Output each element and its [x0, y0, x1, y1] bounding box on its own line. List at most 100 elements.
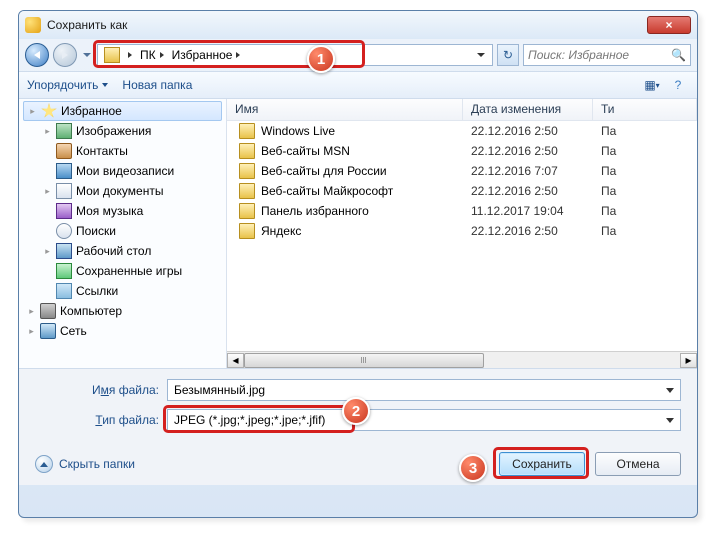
new-folder-button[interactable]: Новая папка [122, 78, 192, 92]
address-dropdown[interactable] [472, 45, 490, 65]
horizontal-scrollbar[interactable]: ◂ ▸ [227, 351, 697, 368]
search-icon [56, 223, 72, 239]
list-item[interactable]: Веб-сайты MSN22.12.2016 2:50Па [227, 141, 697, 161]
close-icon: × [665, 18, 672, 32]
tree-item-label: Моя музыка [76, 204, 143, 218]
tree-item[interactable]: Ссылки [19, 281, 226, 301]
filetype-value: JPEG (*.jpg;*.jpeg;*.jpe;*.jfif) [174, 413, 666, 427]
tree-item[interactable]: ▸ Избранное [23, 101, 222, 121]
list-item[interactable]: Веб-сайты Майкрософт22.12.2016 2:50Па [227, 181, 697, 201]
breadcrumb-pc[interactable]: ПК [136, 45, 168, 65]
expand-icon[interactable]: ▸ [28, 107, 37, 116]
save-button[interactable]: Сохранить [499, 452, 585, 476]
expand-icon[interactable] [43, 167, 52, 176]
tree-item[interactable]: Мои видеозаписи [19, 161, 226, 181]
list-item[interactable]: Windows Live 22.12.2016 2:50Па [227, 121, 697, 141]
tree-item[interactable]: Сохраненные игры [19, 261, 226, 281]
chevron-down-icon[interactable] [666, 418, 674, 423]
file-date: 22.12.2016 2:50 [463, 184, 593, 198]
scroll-left-button[interactable]: ◂ [227, 353, 244, 368]
nav-history-dropdown[interactable] [81, 43, 93, 67]
chevron-down-icon[interactable] [666, 388, 674, 393]
app-icon [25, 17, 41, 33]
scroll-right-button[interactable]: ▸ [680, 353, 697, 368]
games-icon [56, 263, 72, 279]
expand-icon[interactable]: ▸ [43, 187, 52, 196]
tree-item[interactable]: ▸ Рабочий стол [19, 241, 226, 261]
music-icon [56, 203, 72, 219]
tree-item[interactable]: ▸ Изображения [19, 121, 226, 141]
video-icon [56, 163, 72, 179]
file-name: Веб-сайты для России [261, 164, 387, 178]
refresh-button[interactable]: ↻ [497, 44, 519, 66]
expand-icon[interactable]: ▸ [27, 327, 36, 336]
column-type[interactable]: Ти [593, 99, 697, 120]
tree-item[interactable]: ▸ Мои документы [19, 181, 226, 201]
tree-item-label: Мои документы [76, 184, 163, 198]
folder-tree[interactable]: ▸ Избранное ▸ Изображения Контакты Мои видеоз… [19, 99, 227, 368]
folder-icon [239, 203, 255, 219]
dialog-footer: Скрыть папки Сохранить Отмена [19, 443, 697, 485]
folder-icon [239, 183, 255, 199]
tree-item[interactable]: ▸Компьютер [19, 301, 226, 321]
help-button[interactable]: ? [667, 75, 689, 95]
expand-icon[interactable]: ▸ [43, 247, 52, 256]
list-item[interactable]: Яндекс22.12.2016 2:50Па [227, 221, 697, 241]
file-type: Па [593, 124, 697, 138]
breadcrumb-segment[interactable] [124, 45, 136, 65]
expand-icon[interactable]: ▸ [27, 307, 36, 316]
tree-item[interactable]: Поиски [19, 221, 226, 241]
folder-icon [239, 123, 255, 139]
list-item[interactable]: Веб-сайты для России22.12.2016 7:07Па [227, 161, 697, 181]
arrow-right-icon [62, 51, 68, 59]
column-name[interactable]: Имя [227, 99, 463, 120]
tree-item[interactable]: Моя музыка [19, 201, 226, 221]
organize-menu[interactable]: Упорядочить [27, 78, 108, 92]
column-date[interactable]: Дата изменения [463, 99, 593, 120]
file-name: Веб-сайты MSN [261, 144, 350, 158]
star-icon [41, 103, 57, 119]
expand-icon[interactable] [43, 207, 52, 216]
forward-button[interactable] [53, 43, 77, 67]
expand-icon[interactable] [43, 147, 52, 156]
expand-icon[interactable] [43, 227, 52, 236]
back-button[interactable] [25, 43, 49, 67]
address-bar[interactable]: ПК Избранное [97, 44, 493, 66]
tree-item[interactable]: ▸Сеть [19, 321, 226, 341]
tree-item-label: Ссылки [76, 284, 118, 298]
tree-item[interactable]: Контакты [19, 141, 226, 161]
chevron-right-icon [160, 52, 164, 58]
arrow-left-icon [34, 51, 40, 59]
filetype-select[interactable]: JPEG (*.jpg;*.jpeg;*.jpe;*.jfif) [167, 409, 681, 431]
expand-icon[interactable]: ▸ [43, 127, 52, 136]
pic-icon [56, 123, 72, 139]
view-mode-button[interactable]: ▦▾ [641, 75, 663, 95]
file-date: 22.12.2016 2:50 [463, 224, 593, 238]
tree-item-label: Контакты [76, 144, 128, 158]
tree-item-label: Сохраненные игры [76, 264, 182, 278]
breadcrumb-favorites[interactable]: Избранное [168, 45, 245, 65]
titlebar: Сохранить как × [19, 11, 697, 39]
scroll-track[interactable] [244, 353, 680, 368]
doc-icon [56, 183, 72, 199]
chevron-up-icon [40, 462, 48, 467]
list-header: Имя Дата изменения Ти [227, 99, 697, 121]
tree-item-label: Изображения [76, 124, 151, 138]
contact-icon [56, 143, 72, 159]
file-date: 22.12.2016 2:50 [463, 124, 593, 138]
list-item[interactable]: Панель избранного11.12.2017 19:04Па [227, 201, 697, 221]
tree-item-label: Рабочий стол [76, 244, 151, 258]
filename-input[interactable]: Безымянный.jpg [167, 379, 681, 401]
tree-item-label: Избранное [61, 104, 122, 118]
search-input[interactable]: Поиск: Избранное 🔍 [523, 44, 691, 66]
window-title: Сохранить как [47, 18, 647, 32]
cancel-button[interactable]: Отмена [595, 452, 681, 476]
file-name: Windows Live [261, 124, 335, 138]
close-button[interactable]: × [647, 16, 691, 34]
hide-folders-toggle[interactable]: Скрыть папки [35, 455, 135, 473]
expand-icon[interactable] [43, 287, 52, 296]
file-list: Имя Дата изменения Ти Windows Live 22.12.… [227, 99, 697, 368]
filename-label: Имя файла: [75, 383, 167, 397]
scroll-thumb[interactable] [244, 353, 484, 368]
expand-icon[interactable] [43, 267, 52, 276]
